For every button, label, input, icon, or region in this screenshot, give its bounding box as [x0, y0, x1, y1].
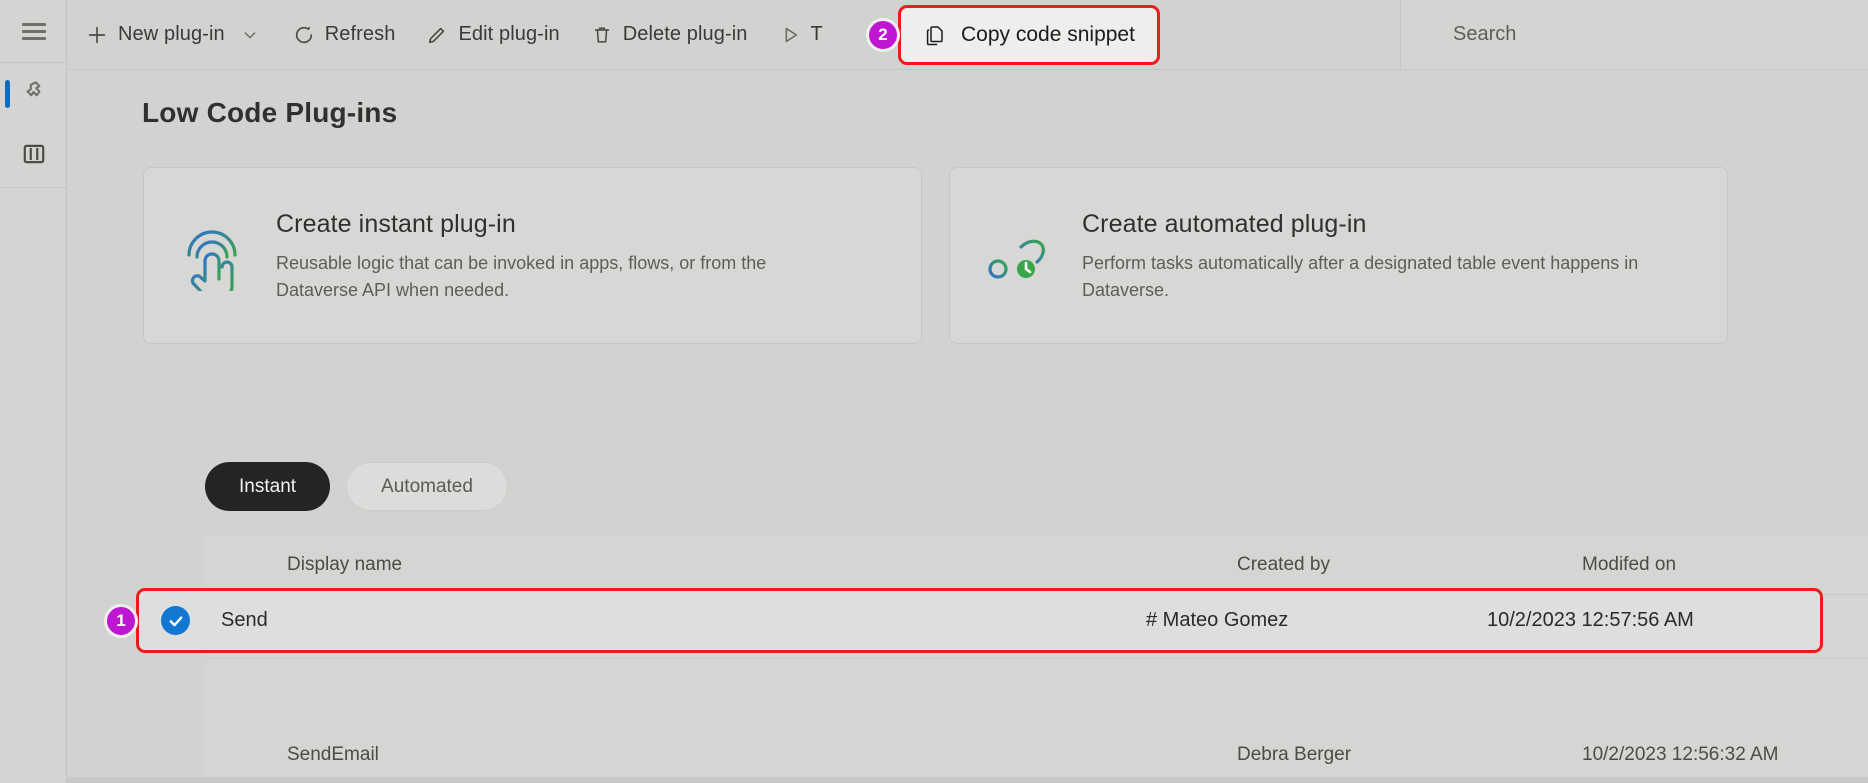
sidebar-item-library[interactable] [0, 125, 67, 187]
left-rail [0, 0, 67, 783]
cell-display-name: Send [221, 609, 268, 631]
chevron-down-icon[interactable] [238, 23, 262, 47]
cell-created-by: # Mateo Gomez [1146, 609, 1289, 631]
table-header-row: Display name Created by Modifed on [205, 535, 1868, 595]
sidebar-item-plugins[interactable] [0, 63, 67, 125]
tab-instant[interactable]: Instant [205, 462, 331, 511]
tab-automated[interactable]: Automated [346, 462, 508, 511]
cell-modified-on: 10/2/2023 12:57:56 AM [1487, 609, 1694, 631]
plugins-table: Display name Created by Modifed on Enabl… [205, 535, 1868, 783]
card-description: Reusable logic that can be invoked in ap… [276, 253, 767, 300]
search-box[interactable] [1400, 0, 1868, 69]
column-header-created-by[interactable]: Created by [1237, 554, 1582, 576]
copy-icon [924, 23, 948, 47]
search-input[interactable] [1451, 22, 1811, 47]
trash-icon [590, 23, 614, 47]
refresh-button[interactable]: Refresh [280, 13, 408, 57]
step-badge-2: 2 [866, 18, 900, 52]
play-icon [778, 23, 802, 47]
create-automated-plugin-card[interactable]: Create automated plug-in Perform tasks a… [949, 167, 1728, 344]
plug-icon [21, 79, 47, 110]
delete-plugin-button[interactable]: Delete plug-in [578, 13, 760, 57]
cell-modified-on: 10/2/2023 12:56:32 AM [1582, 743, 1779, 765]
copy-code-snippet-button[interactable]: Copy code snippet [898, 5, 1160, 65]
main-content: Low Code Plug-ins Create instant plug-in… [67, 70, 1868, 783]
table-row[interactable]: SendEmail Debra Berger 10/2/2023 12:56:3… [205, 723, 1868, 783]
book-icon [21, 141, 47, 172]
delete-plugin-label: Delete plug-in [622, 23, 748, 45]
refresh-label: Refresh [324, 23, 396, 45]
refresh-icon [292, 23, 316, 47]
hamburger-menu-button[interactable] [0, 0, 67, 62]
step-badge-1: 1 [104, 604, 138, 638]
create-instant-plugin-card[interactable]: Create instant plug-in Reusable logic th… [143, 167, 922, 344]
test-plugin-label: T [810, 23, 823, 45]
create-cards: Create instant plug-in Reusable logic th… [143, 167, 1728, 344]
edit-plugin-button[interactable]: Edit plug-in [413, 13, 571, 57]
column-header-display-name[interactable]: Display name [287, 554, 1237, 576]
copy-code-snippet-label: Copy code snippet [961, 23, 1135, 46]
row-checkbox-checked[interactable] [161, 606, 190, 635]
cell-display-name: SendEmail [287, 743, 379, 765]
automation-plug-icon [982, 218, 1054, 294]
new-plugin-button[interactable]: New plug-in [73, 13, 274, 57]
plus-icon [85, 23, 109, 47]
page-title: Low Code Plug-ins [142, 97, 398, 128]
hamburger-icon [21, 22, 46, 40]
card-heading: Create automated plug-in [1082, 210, 1367, 239]
app-root: New plug-in Refresh Edit plug-in Delete … [0, 0, 1868, 783]
active-indicator [5, 80, 10, 108]
pencil-icon [425, 23, 449, 47]
new-plugin-label: New plug-in [118, 23, 225, 45]
tap-fingerprint-icon [176, 218, 248, 294]
edit-plugin-label: Edit plug-in [458, 23, 560, 45]
filter-tabs: Instant Automated [205, 462, 508, 511]
column-header-modified-on[interactable]: Modifed on [1582, 554, 1868, 576]
horizontal-scrollbar[interactable] [67, 777, 1868, 783]
rail-divider-2 [0, 187, 67, 188]
cell-created-by: Debra Berger [1237, 743, 1352, 765]
selected-table-row[interactable]: Send # Mateo Gomez 10/2/2023 12:57:56 AM [136, 588, 1823, 653]
card-description: Perform tasks automatically after a desi… [1082, 253, 1639, 300]
card-heading: Create instant plug-in [276, 210, 516, 239]
test-plugin-button[interactable]: T [766, 13, 835, 57]
